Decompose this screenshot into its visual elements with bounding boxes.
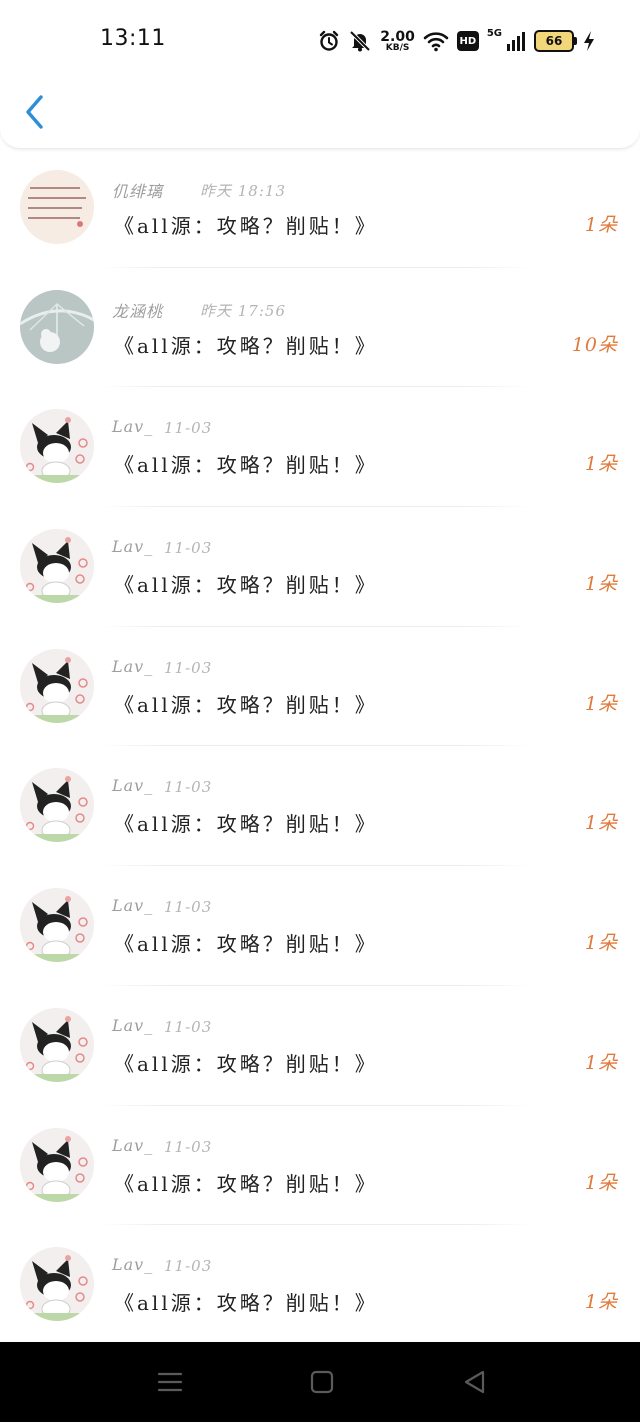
avatar[interactable]: [20, 289, 94, 364]
sender-name: Lav_: [112, 776, 154, 796]
charging-icon: [582, 30, 596, 52]
sender-name: Lav_: [112, 1015, 154, 1035]
gift-count: 1朵: [584, 812, 618, 835]
avatar[interactable]: [20, 529, 94, 604]
list-item[interactable]: Lav_ 11-03 《all源：攻略？削贴！》 1朵: [0, 627, 640, 747]
list-item[interactable]: 龙涵桃 昨天 17:56 《all源：攻略？削贴！》 10朵: [0, 268, 640, 388]
sender-name: Lav_: [112, 537, 154, 557]
timestamp: 11-03: [164, 658, 213, 677]
gift-count: 1朵: [584, 932, 618, 955]
timestamp: 11-03: [164, 1137, 213, 1156]
hd-badge: HD: [456, 31, 479, 51]
avatar[interactable]: [20, 768, 94, 843]
list-item[interactable]: Lav_ 11-03 《all源：攻略？削贴！》 1朵: [0, 1225, 640, 1345]
avatar[interactable]: [20, 1007, 94, 1082]
back-button[interactable]: [20, 92, 50, 132]
gift-count: 1朵: [584, 1171, 618, 1194]
list-item[interactable]: Lav_ 11-03 《all源：攻略？削贴！》 1朵: [0, 387, 640, 508]
sender-name: Lav_: [112, 656, 154, 676]
gift-list: 仉绯璃 昨天 18:13 《all源：攻略？削贴！》 1朵 龙涵桃 昨天 17:…: [0, 148, 640, 1345]
list-item[interactable]: Lav_ 11-03 《all源：攻略？削贴！》 1朵: [0, 507, 640, 627]
speed-value: 2.00: [380, 28, 415, 45]
wifi-icon: [423, 30, 449, 52]
speed-unit: KB/S: [385, 42, 410, 53]
status-bar: 13:11 2.00 KB/S HD 5G 66: [0, 0, 640, 82]
avatar[interactable]: [20, 888, 94, 963]
timestamp: 11-03: [164, 1017, 213, 1036]
list-item[interactable]: Lav_ 11-03 《all源：攻略？削贴！》 1朵: [0, 746, 640, 867]
avatar[interactable]: [20, 648, 94, 723]
network-type: 5G: [486, 28, 502, 39]
menu-icon: [157, 1372, 183, 1392]
post-title: 《all源：攻略？削贴！》: [114, 453, 378, 478]
chevron-left-icon: [26, 95, 43, 129]
post-title: 《all源：攻略？削贴！》: [114, 1171, 378, 1196]
post-title: 《all源：攻略？削贴！》: [114, 573, 378, 598]
gift-count: 10朵: [571, 333, 618, 356]
gift-count: 1朵: [584, 1051, 618, 1074]
post-title: 《all源：攻略？削贴！》: [114, 692, 378, 717]
sender-name: Lav_: [112, 417, 154, 437]
header: 13:11 2.00 KB/S HD 5G 66: [0, 0, 640, 149]
timestamp: 11-03: [164, 539, 213, 558]
list-item[interactable]: Lav_ 11-03 《all源：攻略？削贴！》 1朵: [0, 986, 640, 1106]
back-nav-button[interactable]: [458, 1366, 490, 1398]
gift-count: 1朵: [584, 214, 618, 236]
timestamp: 昨天 18:13: [200, 182, 286, 200]
gift-count: 1朵: [584, 573, 618, 596]
avatar[interactable]: [20, 409, 94, 484]
sender-name: Lav_: [112, 1135, 154, 1155]
network-speed: 2.00 KB/S: [380, 30, 415, 53]
avatar[interactable]: [20, 1247, 94, 1322]
post-title: 《all源：攻略？削贴！》: [114, 812, 378, 837]
mute-icon: [348, 30, 372, 52]
alarm-icon: [318, 30, 340, 52]
sender-name: 龙涵桃: [112, 301, 164, 321]
post-title: 《all源：攻略？削贴！》: [114, 1051, 378, 1076]
gift-count: 1朵: [584, 1291, 618, 1314]
gift-count: 1朵: [584, 453, 618, 476]
list-item[interactable]: 仉绯璃 昨天 18:13 《all源：攻略？削贴！》 1朵: [0, 148, 640, 268]
post-title: 《all源：攻略？削贴！》: [114, 1291, 378, 1316]
list-item[interactable]: Lav_ 11-03 《all源：攻略？削贴！》 1朵: [0, 1106, 640, 1226]
sender-name: 仉绯璃: [112, 182, 164, 201]
timestamp: 11-03: [164, 1257, 213, 1276]
gift-count: 1朵: [584, 692, 618, 715]
post-title: 《all源：攻略？削贴！》: [114, 932, 378, 957]
timestamp: 11-03: [164, 419, 213, 438]
timestamp: 11-03: [164, 778, 213, 797]
home-icon: [310, 1370, 334, 1394]
home-button[interactable]: [306, 1366, 338, 1398]
battery-icon: 66: [534, 30, 577, 52]
avatar[interactable]: [20, 1127, 94, 1202]
status-icons: 2.00 KB/S HD 5G 66: [318, 26, 596, 56]
timestamp: 11-03: [164, 898, 213, 917]
post-title: 《all源：攻略？削贴！》: [114, 214, 378, 238]
signal-icon: [506, 30, 526, 52]
menu-button[interactable]: [154, 1366, 186, 1398]
status-time: 13:11: [100, 26, 166, 51]
list-item[interactable]: Lav_ 11-03 《all源：攻略？削贴！》 1朵: [0, 866, 640, 986]
avatar[interactable]: [20, 170, 94, 244]
sender-name: Lav_: [112, 896, 154, 916]
system-nav-bar: [0, 1342, 640, 1422]
post-title: 《all源：攻略？削贴！》: [114, 333, 378, 358]
back-icon: [464, 1370, 485, 1394]
sender-name: Lav_: [112, 1255, 154, 1275]
timestamp: 昨天 17:56: [200, 301, 286, 320]
